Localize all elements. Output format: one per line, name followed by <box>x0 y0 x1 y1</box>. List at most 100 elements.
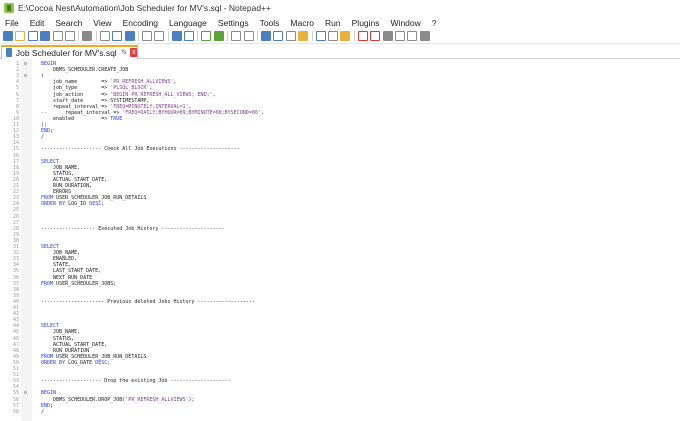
code-token: ACTUAL_START_DATE, <box>41 341 108 348</box>
code-token: 'BEGIN PR_REFRESH_ALL_VIEWS; END;' <box>110 91 213 98</box>
code-token: LAST_START_DATE, <box>41 268 102 275</box>
toolbar-separator <box>197 31 199 41</box>
code-token: start_date => SYSTIMESTAMP, <box>41 97 150 104</box>
toolbar-separator <box>227 31 229 41</box>
menu-edit[interactable]: Edit <box>24 18 50 28</box>
open-file-icon[interactable] <box>15 31 26 41</box>
code-token: , <box>188 103 192 110</box>
tab-bar: Job Scheduler for MV's.sql ✎ x <box>0 44 680 59</box>
code-token: repeat_interval => <box>41 103 111 110</box>
toolbar-separator <box>353 31 355 41</box>
menu-bar: File Edit Search View Encoding Language Settin… <box>0 16 680 29</box>
code-token: END <box>41 128 51 135</box>
menu-tools[interactable]: Tools <box>254 18 285 28</box>
code-token: SELECT <box>41 158 60 165</box>
close-all-icon[interactable] <box>64 31 75 41</box>
run-macro-multiple-icon[interactable] <box>407 31 418 41</box>
code-line[interactable]: 58 / <box>0 409 680 415</box>
code-token: STATUS, <box>41 335 75 342</box>
menu-help[interactable]: ? <box>426 18 442 28</box>
code-token: SELECT <box>41 323 60 330</box>
sync-horizontal-icon[interactable] <box>243 31 254 41</box>
code-token: FROM <box>41 195 54 202</box>
code-token: JOB_NAME, <box>41 329 81 336</box>
menu-language[interactable]: Language <box>164 18 213 28</box>
toolbar-separator <box>137 31 139 41</box>
menu-run[interactable]: Run <box>320 18 347 28</box>
code-token: job_name => <box>41 79 111 86</box>
code-token: DBMS_SCHEDULER.CREATE_JOB <box>41 67 129 74</box>
toolbar-separator <box>95 31 97 41</box>
menu-encoding[interactable]: Encoding <box>117 18 163 28</box>
code-token: FROM <box>41 280 54 287</box>
code-token: / <box>41 134 45 141</box>
close-tab-icon[interactable]: x <box>130 48 137 57</box>
menu-file[interactable]: File <box>0 18 24 28</box>
code-token: ORDER BY <box>41 359 66 366</box>
sql-file-icon <box>6 48 12 57</box>
tab-label: Job Scheduler for MV's.sql <box>15 47 117 58</box>
toolbar-separator <box>311 31 313 41</box>
menu-search[interactable]: Search <box>50 18 88 28</box>
code-token: ENABLED, <box>41 256 78 263</box>
menu-view[interactable]: View <box>88 18 117 28</box>
code-token: STATE, <box>41 262 72 269</box>
code-token: TRUE <box>110 115 123 122</box>
sync-vertical-icon[interactable] <box>231 31 242 41</box>
toolbar <box>0 29 680 44</box>
code-token: FROM <box>41 353 54 360</box>
code-token: repeat_interval => <box>47 109 123 116</box>
print-icon[interactable] <box>82 31 93 41</box>
menu-settings[interactable]: Settings <box>212 18 254 28</box>
paste-icon[interactable] <box>124 31 135 41</box>
function-list-icon[interactable] <box>327 31 338 41</box>
toolbar-separator <box>167 31 169 41</box>
word-wrap-icon[interactable] <box>261 31 272 41</box>
menu-plugins[interactable]: Plugins <box>346 18 385 28</box>
code-token: 'PR_REFRESH_ALLVIEWS' <box>125 396 189 403</box>
show-all-chars-icon[interactable] <box>273 31 284 41</box>
code-token: BEGIN <box>41 390 57 397</box>
menu-macro[interactable]: Macro <box>285 18 320 28</box>
redo-icon[interactable] <box>154 31 165 41</box>
code-editor[interactable]: 1 ⊟ BEGIN 2 DBMS_SCHEDULER.CREATE_JOB 3 ⊟(4 j… <box>0 59 680 421</box>
user-defined-lang-icon[interactable] <box>298 31 309 41</box>
code-token: ORDER BY <box>41 201 66 208</box>
code-token: RUN_DURATION <box>41 347 90 354</box>
menu-window[interactable]: Window <box>385 18 426 28</box>
indent-guide-icon[interactable] <box>285 31 296 41</box>
close-icon[interactable] <box>52 31 63 41</box>
toolbar-separator <box>78 31 80 41</box>
code-token: ); <box>188 396 195 403</box>
code-token: END <box>41 402 51 409</box>
code-token: 'PR_REFRESH_ALLVIEWS' <box>110 79 174 86</box>
toolbar-separator <box>257 31 259 41</box>
code-token: , <box>149 85 153 92</box>
pin-icon[interactable]: ✎ <box>121 48 128 57</box>
undo-icon[interactable] <box>141 31 152 41</box>
zoom-out-icon[interactable] <box>213 31 224 41</box>
save-icon[interactable] <box>27 31 38 41</box>
save-all-icon[interactable] <box>40 31 51 41</box>
code-token: -------------------- Drop the existing J… <box>41 378 231 385</box>
find-icon[interactable] <box>171 31 182 41</box>
new-file-icon[interactable] <box>3 31 13 41</box>
replace-icon[interactable] <box>184 31 195 41</box>
stop-record-icon[interactable] <box>382 31 393 41</box>
code-token: , <box>212 91 216 98</box>
record-macro-icon[interactable] <box>370 31 381 41</box>
code-token: ; <box>107 359 111 366</box>
monitoring-icon[interactable] <box>357 31 368 41</box>
code-token: LOG_DATE <box>65 359 96 366</box>
play-macro-icon[interactable] <box>394 31 405 41</box>
code-token: DBMS_SCHEDULER.DROP_JOB( <box>41 396 126 403</box>
folder-workspace-icon[interactable] <box>340 31 351 41</box>
zoom-in-icon[interactable] <box>201 31 212 41</box>
code-token: job_type => <box>41 85 111 92</box>
code-token: job_action => <box>41 91 111 98</box>
copy-icon[interactable] <box>112 31 123 41</box>
tab-job-scheduler[interactable]: Job Scheduler for MV's.sql ✎ x <box>1 45 138 59</box>
doc-map-icon[interactable] <box>315 31 326 41</box>
save-macro-icon[interactable] <box>419 31 430 41</box>
cut-icon[interactable] <box>99 31 110 41</box>
